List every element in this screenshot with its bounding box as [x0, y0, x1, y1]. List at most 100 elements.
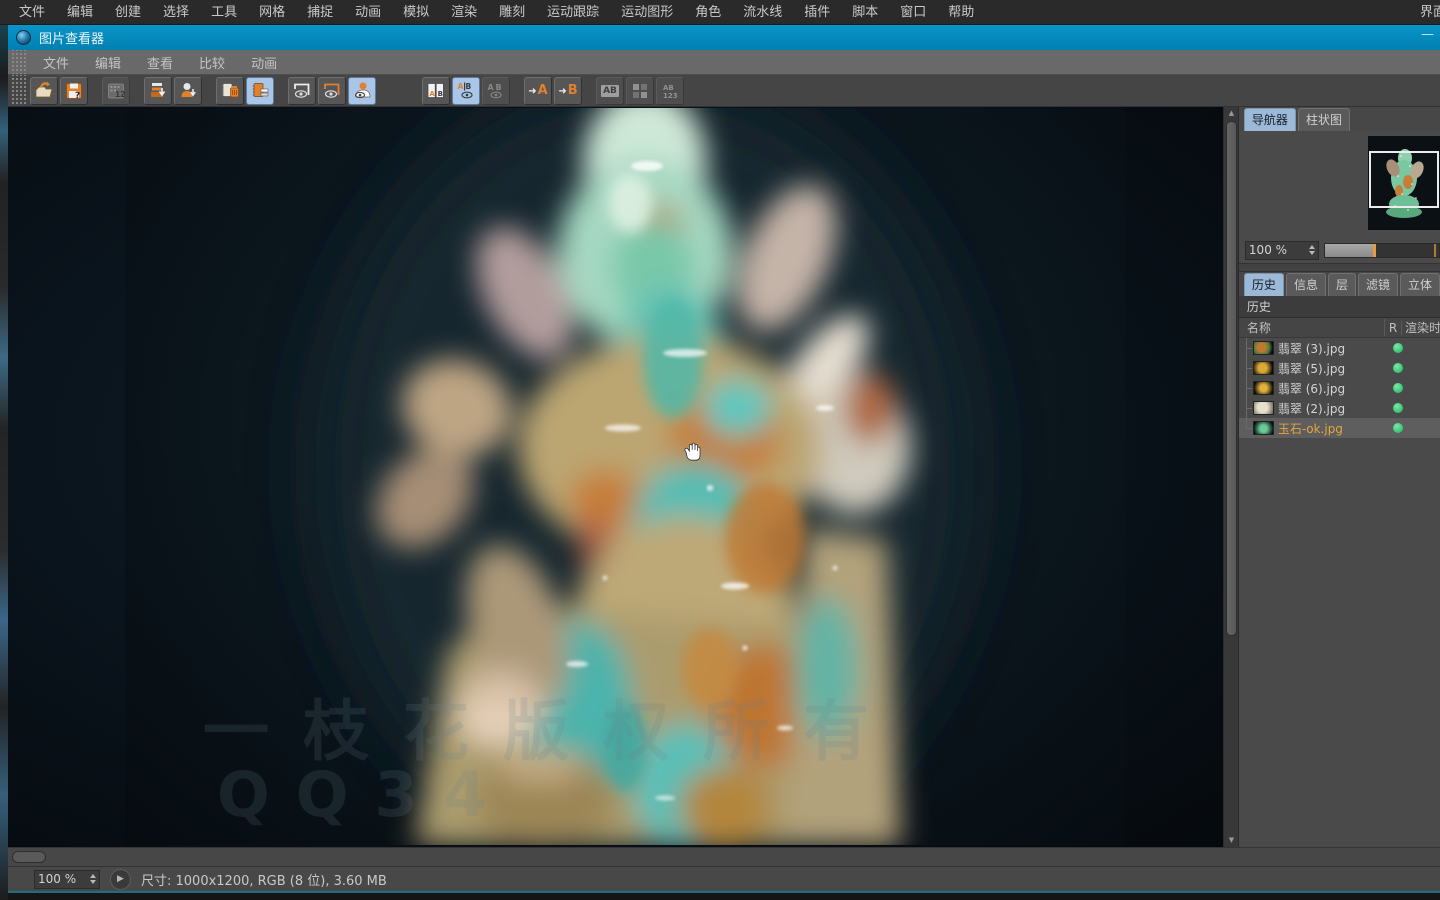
- app-menu-sculpt[interactable]: 雕刻: [488, 0, 536, 25]
- svg-text:?: ?: [75, 91, 80, 100]
- show-image-a-button[interactable]: [288, 77, 316, 105]
- toolbar-grip-handle[interactable]: [10, 75, 26, 106]
- tab-info[interactable]: 信息: [1286, 273, 1326, 296]
- app-menu-create[interactable]: 创建: [104, 0, 152, 25]
- svg-text:B: B: [438, 90, 443, 98]
- history-item-name: 翡翠 (6).jpg: [1278, 380, 1389, 397]
- viewer-menu-view[interactable]: 查看: [134, 53, 186, 72]
- ab-numbers-button[interactable]: AB 123: [656, 77, 684, 105]
- history-layers-button[interactable]: [246, 77, 274, 105]
- app-menu-window[interactable]: 窗口: [889, 0, 937, 25]
- tree-connector: [1239, 338, 1253, 358]
- open-folder-icon: [34, 82, 54, 100]
- history-row-selected[interactable]: 玉石-ok.jpg: [1239, 418, 1440, 438]
- history-row[interactable]: 翡翠 (3).jpg: [1239, 338, 1440, 358]
- image-info-text: 尺寸: 1000x1200, RGB (8 位), 3.60 MB: [141, 870, 387, 889]
- image-viewport[interactable]: 一枝花版权所有 QQ34: [8, 107, 1223, 847]
- zoom-slider-marker[interactable]: [1373, 244, 1376, 257]
- app-menu-motion-tracker[interactable]: 运动跟踪: [536, 0, 610, 25]
- set-as-b-button[interactable]: ➜B: [554, 77, 582, 105]
- tab-history[interactable]: 历史: [1244, 273, 1284, 296]
- delete-history-button[interactable]: [216, 77, 244, 105]
- app-menu-tools[interactable]: 工具: [200, 0, 248, 25]
- app-menu-render[interactable]: 渲染: [440, 0, 488, 25]
- tab-navigator[interactable]: 导航器: [1244, 108, 1296, 131]
- load-user-image-button[interactable]: [174, 77, 202, 105]
- app-menu-animate[interactable]: 动画: [344, 0, 392, 25]
- compare-ab-panels-button[interactable]: A B: [422, 77, 450, 105]
- app-menu-plugins[interactable]: 插件: [793, 0, 841, 25]
- horizontal-scrollbar-area[interactable]: [8, 847, 1440, 866]
- app-menu-simulate[interactable]: 模拟: [392, 0, 440, 25]
- viewer-menu-compare[interactable]: 比较: [186, 53, 238, 72]
- spinner-arrows-icon[interactable]: [90, 874, 96, 884]
- history-columns-header: 名称 R 渲染时间: [1239, 318, 1440, 338]
- history-row[interactable]: 翡翠 (5).jpg: [1239, 358, 1440, 378]
- column-r[interactable]: R: [1385, 321, 1402, 335]
- app-menu-edit[interactable]: 编辑: [56, 0, 104, 25]
- app-menu-select[interactable]: 选择: [152, 0, 200, 25]
- app-menu-character[interactable]: 角色: [684, 0, 732, 25]
- navigator-zoom-slider[interactable]: [1324, 243, 1440, 258]
- render-settings-button[interactable]: 12: [102, 77, 130, 105]
- save-button[interactable]: ?: [60, 77, 88, 105]
- history-item-thumbnail: [1253, 421, 1274, 435]
- watermark-line2: QQ34: [217, 758, 513, 831]
- load-image-stack-button[interactable]: [144, 77, 172, 105]
- scroll-down-arrow-icon[interactable]: ▼: [1224, 834, 1239, 847]
- spinner-arrows-icon[interactable]: [1309, 245, 1315, 255]
- navigator-view-rectangle[interactable]: [1369, 151, 1439, 208]
- picture-viewer-window: 图片查看器 — 文件 编辑 查看 比较 动画 ?: [8, 25, 1440, 893]
- horizontal-scrollbar-thumb[interactable]: [12, 851, 46, 863]
- history-row[interactable]: 翡翠 (2).jpg: [1239, 398, 1440, 418]
- navigator-zoom-spinner[interactable]: 100 %: [1245, 241, 1319, 260]
- rendered-image[interactable]: 一枝花版权所有 QQ34: [125, 108, 1125, 845]
- app-menu-interface[interactable]: 界面: [1420, 0, 1440, 25]
- scroll-up-arrow-icon[interactable]: ▲: [1224, 107, 1239, 120]
- set-as-a-button[interactable]: ➜A: [524, 77, 552, 105]
- viewer-menu-animation[interactable]: 动画: [238, 53, 290, 72]
- calendar-12-icon: 12: [107, 82, 125, 100]
- column-name[interactable]: 名称: [1239, 319, 1385, 336]
- minimize-button[interactable]: —: [1421, 27, 1434, 42]
- tab-filter[interactable]: 滤镜: [1358, 273, 1398, 296]
- app-menu-mograph[interactable]: 运动图形: [610, 0, 684, 25]
- vertical-scrollbar-thumb[interactable]: [1226, 121, 1237, 636]
- navigator-area[interactable]: [1239, 131, 1440, 237]
- menubar-grip-handle[interactable]: [10, 50, 26, 74]
- app-menu-file[interactable]: 文件: [8, 0, 56, 25]
- frame-eye-orange-icon: [322, 81, 342, 100]
- app-menu-mesh[interactable]: 网格: [248, 0, 296, 25]
- play-button[interactable]: ▶: [110, 869, 131, 890]
- panel-divider[interactable]: [1239, 263, 1440, 272]
- viewer-menu-file[interactable]: 文件: [30, 53, 82, 72]
- app-menu-script[interactable]: 脚本: [841, 0, 889, 25]
- compare-ab-visible-button[interactable]: A B: [452, 77, 480, 105]
- titlebar[interactable]: 图片查看器 —: [8, 25, 1440, 50]
- history-row[interactable]: 翡翠 (6).jpg: [1239, 378, 1440, 398]
- app-menu-help[interactable]: 帮助: [937, 0, 985, 25]
- save-floppy-icon: ?: [65, 82, 83, 100]
- arrow-a-icon: ➜A: [528, 84, 547, 97]
- statusbar-zoom-spinner[interactable]: 100 %: [34, 870, 100, 889]
- history-trash-icon: [221, 81, 240, 100]
- user-eye-icon: [352, 81, 372, 100]
- app-menu-pipeline[interactable]: 流水线: [732, 0, 793, 25]
- show-user-image-button[interactable]: [348, 77, 376, 105]
- open-file-button[interactable]: [30, 77, 58, 105]
- column-render-time[interactable]: 渲染时间: [1402, 319, 1440, 336]
- viewer-menu-edit[interactable]: 编辑: [82, 53, 134, 72]
- tab-histogram[interactable]: 柱状图: [1298, 108, 1350, 131]
- compare-ab-hidden-button[interactable]: A B: [482, 77, 510, 105]
- svg-text:A: A: [488, 83, 495, 92]
- ab-swap-button[interactable]: AB: [596, 77, 624, 105]
- statusbar-zoom-value: 100 %: [38, 872, 88, 886]
- vertical-scrollbar[interactable]: ▲ ▼: [1223, 107, 1238, 847]
- tab-stereo[interactable]: 立体: [1400, 273, 1440, 296]
- tab-layer[interactable]: 层: [1328, 273, 1356, 296]
- show-image-b-button[interactable]: [318, 77, 346, 105]
- app-menu-snap[interactable]: 捕捉: [296, 0, 344, 25]
- history-item-name: 翡翠 (3).jpg: [1278, 340, 1389, 357]
- ab-grid-button[interactable]: [626, 77, 654, 105]
- app-menubar: 文件 编辑 创建 选择 工具 网格 捕捉 动画 模拟 渲染 雕刻 运动跟踪 运动…: [0, 0, 1440, 25]
